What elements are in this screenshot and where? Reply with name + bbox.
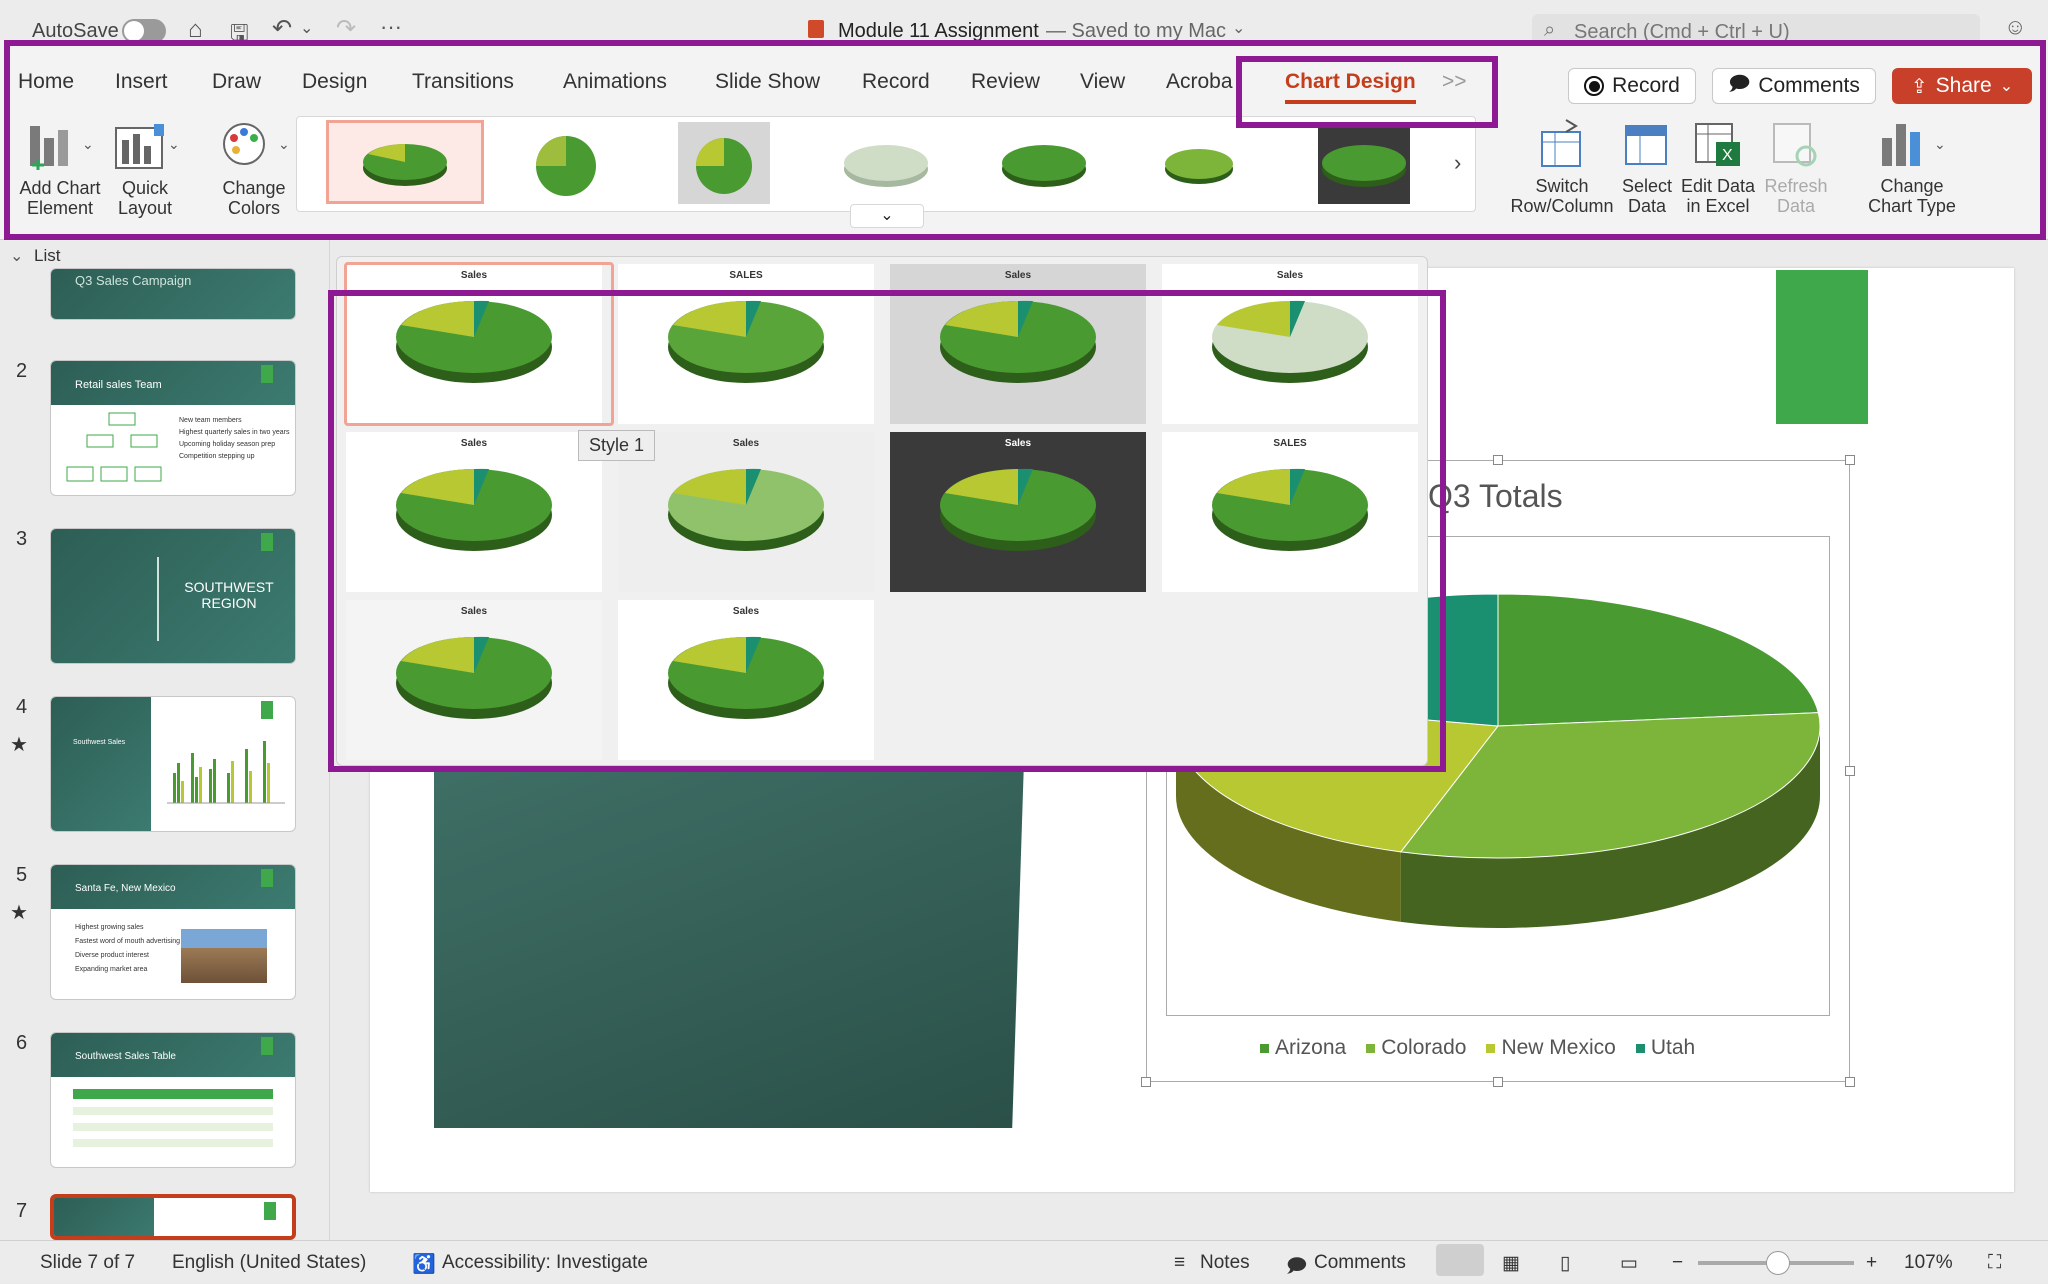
slide-position: Slide 7 of 7 (40, 1252, 136, 1273)
zoom-slider-thumb[interactable] (1766, 1251, 1790, 1275)
slide-thumb-5[interactable]: Santa Fe, New Mexico Highest growing sal… (50, 864, 296, 1000)
notes-icon: ≡ (1174, 1252, 1186, 1273)
slide-thumb-2[interactable]: Retail sales Team New team members Highe… (50, 360, 296, 496)
legend-label: Utah (1650, 1036, 1696, 1059)
slide-1-title: Q3 Sales Campaign (75, 273, 192, 288)
resize-handle[interactable] (1493, 455, 1503, 465)
animation-star-icon-5: ★ (10, 902, 28, 924)
title-dropdown-icon[interactable]: ⌄ (1232, 18, 1245, 38)
fit-slide-icon[interactable]: ⛶ (1988, 1252, 2001, 1274)
account-icon[interactable]: ☺ (2004, 14, 2026, 40)
santa-fe-bullet-3: Diverse product interest (75, 952, 149, 959)
slide-5-title: Santa Fe, New Mexico (51, 865, 295, 909)
team-bullet-1: New team members (179, 417, 242, 424)
comments-status-button[interactable]: Comments (1314, 1252, 1406, 1274)
zoom-in-icon[interactable]: + (1866, 1252, 1877, 1274)
legend-swatch (1366, 1043, 1376, 1053)
santa-fe-photo (181, 929, 267, 983)
chart-title[interactable]: Q3 Totals (1428, 478, 1563, 515)
slide-4-title: Southwest Sales (51, 697, 151, 831)
resize-handle[interactable] (1845, 766, 1855, 776)
legend-item[interactable]: Colorado (1366, 1036, 1466, 1060)
slide-thumb-4[interactable]: Southwest Sales (50, 696, 296, 832)
language-indicator[interactable]: English (United States) (172, 1252, 366, 1274)
slide-thumb-3[interactable]: SOUTHWEST REGION (50, 528, 296, 664)
accessibility-status[interactable]: Accessibility: Investigate (442, 1252, 648, 1274)
slide-thumb-6[interactable]: Southwest Sales Table (50, 1032, 296, 1168)
slide-3-title: SOUTHWEST REGION (184, 579, 274, 611)
redo-icon: ↷ (336, 15, 357, 42)
slide-number-3: 3 (16, 528, 28, 550)
animation-star-icon-4: ★ (10, 734, 28, 756)
undo-icon[interactable]: ↶ (272, 14, 292, 43)
ribbon-highlight (4, 40, 2046, 240)
green-accent-bar (1776, 270, 1868, 424)
slide-number-7: 7 (16, 1200, 28, 1222)
team-bullet-3: Upcoming holiday season prep (179, 441, 276, 448)
chart-style-title: Sales (1276, 270, 1304, 281)
resize-handle[interactable] (1845, 1077, 1855, 1087)
comments-status-icon: 🗩 (1286, 1256, 1308, 1277)
legend-swatch (1635, 1043, 1645, 1053)
styles-gallery-highlight (328, 290, 1446, 772)
presenter-view-icon[interactable]: ▭ (1620, 1252, 1638, 1275)
slide-thumb-7[interactable] (50, 1194, 296, 1240)
resize-handle[interactable] (1493, 1077, 1503, 1087)
legend-swatch (1260, 1043, 1269, 1053)
team-bullet-4: Competition stepping up (179, 453, 255, 460)
slide-thumb-1[interactable]: Q3 Sales Campaign (50, 268, 296, 320)
santa-fe-bullet-2: Fastest word of mouth advertising (75, 938, 181, 945)
undo-dropdown-icon[interactable]: ⌄ (300, 18, 313, 38)
legend-item[interactable]: Utah (1635, 1036, 1696, 1060)
slide-number-4: 4 (16, 696, 28, 718)
notes-button[interactable]: Notes (1200, 1252, 1250, 1274)
chart-design-tab-highlight (1236, 56, 1498, 128)
sales-table-thumb (73, 1089, 273, 1151)
more-icon[interactable]: ··· (380, 14, 402, 40)
legend-label: Colorado (1381, 1036, 1467, 1059)
team-bullet-2: Highest quarterly sales in two years (179, 429, 290, 436)
chart-style-title: Sales (1004, 270, 1032, 281)
santa-fe-bullet-4: Expanding market area (75, 966, 148, 973)
legend-label: Arizona (1275, 1036, 1347, 1059)
zoom-level[interactable]: 107% (1904, 1252, 1953, 1274)
search-icon: ⌕ (1544, 19, 1556, 41)
chart-style-title: SALES (729, 270, 763, 281)
reading-view-icon[interactable]: ▯ (1560, 1252, 1570, 1275)
slide-6-title: Southwest Sales Table (51, 1033, 295, 1077)
legend-swatch (1486, 1043, 1496, 1053)
teal-shape (434, 760, 1024, 1128)
legend-item[interactable]: Arizona (1260, 1036, 1346, 1060)
slide-sorter-icon[interactable]: ▦ (1502, 1252, 1520, 1275)
slide-number-5: 5 (16, 864, 28, 886)
legend-item[interactable]: New Mexico (1486, 1036, 1616, 1060)
slide-number-6: 6 (16, 1032, 28, 1054)
resize-handle[interactable] (1141, 1077, 1151, 1087)
slide-2-title: Retail sales Team (51, 361, 295, 405)
zoom-out-icon[interactable]: − (1672, 1252, 1683, 1274)
legend-label: New Mexico (1501, 1036, 1616, 1059)
slide-number-2: 2 (16, 360, 28, 382)
resize-handle[interactable] (1845, 455, 1855, 465)
powerpoint-icon (808, 20, 824, 38)
normal-view-icon[interactable] (1436, 1244, 1484, 1276)
list-collapse-icon[interactable]: ⌄ (10, 246, 23, 266)
list-header: List (34, 246, 61, 265)
chart-legend[interactable]: Arizona Colorado New Mexico Utah (1260, 1036, 1780, 1060)
santa-fe-bullet-1: Highest growing sales (75, 924, 144, 931)
title-bar: AutoSave ⌂ 🖫 ↶ ⌄ ↷ ··· Module 11 Assignm… (0, 0, 2048, 48)
pie-slice-arizona[interactable] (1497, 593, 1819, 727)
accessibility-icon: ♿ (412, 1254, 436, 1275)
